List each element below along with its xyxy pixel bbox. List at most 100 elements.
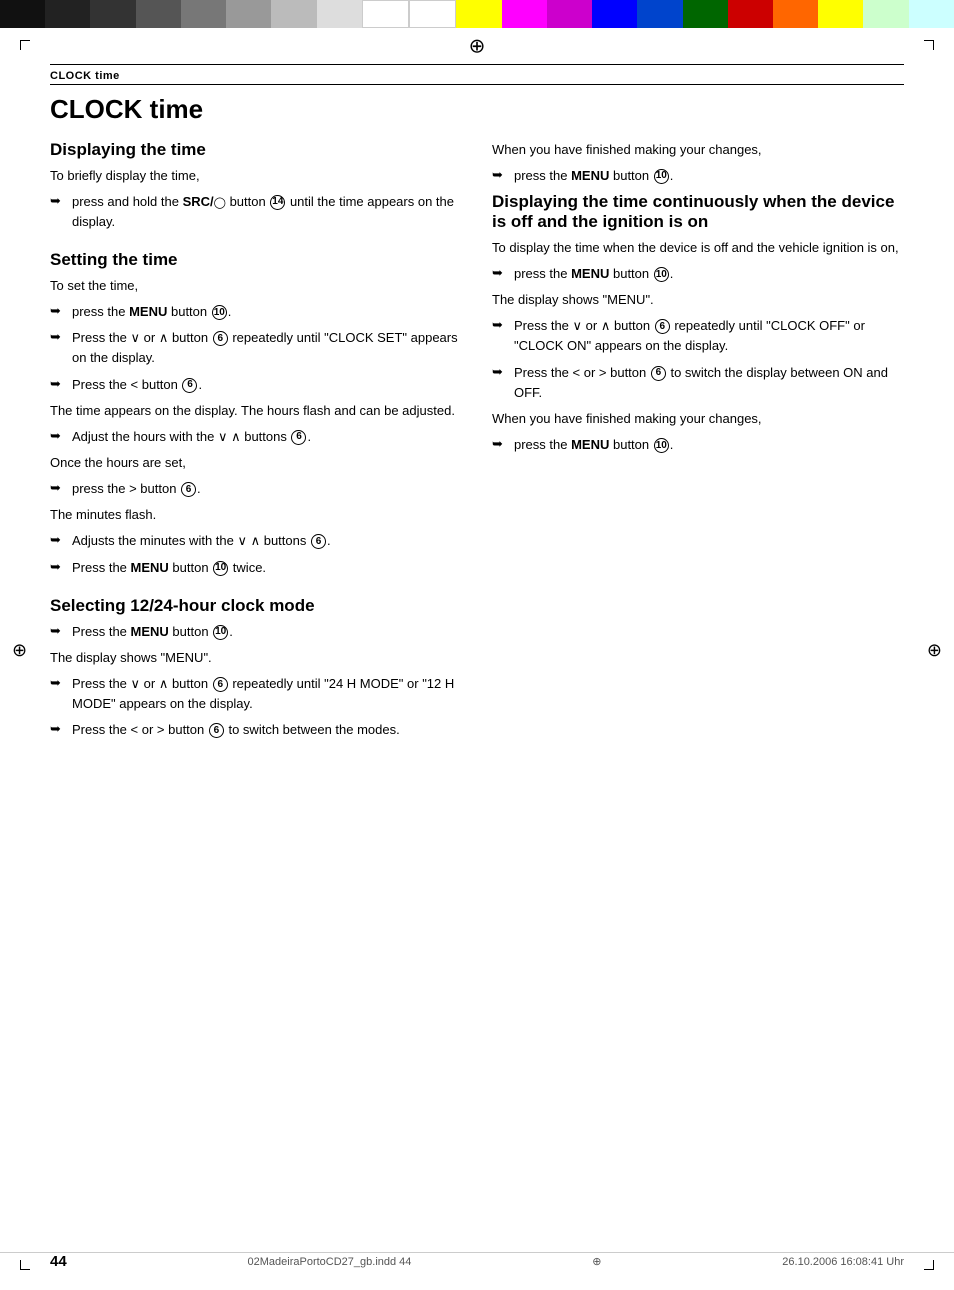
bullet-text-src: press and hold the SRC/◯ button 14 until… xyxy=(72,192,462,232)
footer-crosshair: ⊕ xyxy=(592,1255,601,1268)
body-text-minutes-flash: The minutes flash. xyxy=(50,505,462,525)
body-text-device-off: To display the time when the device is o… xyxy=(492,238,904,258)
circle-6-r2: 6 xyxy=(651,366,666,381)
right-column: When you have finished making your chang… xyxy=(492,140,904,747)
color-seg-7 xyxy=(271,0,316,28)
color-seg-8 xyxy=(317,0,362,28)
bullet-text-menu-clock-mode: Press the MENU button 10. xyxy=(72,622,462,642)
bullet-src-button: ➥ press and hold the SRC/◯ button 14 unt… xyxy=(50,192,462,232)
bullet-text-right: press the > button 6. xyxy=(72,479,462,499)
circle-6-7: 6 xyxy=(209,723,224,738)
body-text-hours-flash: The time appears on the display. The hou… xyxy=(50,401,462,421)
bullet-text-clock-off-on: Press the ∨ or ∧ button 6 repeatedly unt… xyxy=(514,316,904,356)
bullet-arrow-10: ➥ xyxy=(50,721,72,737)
color-seg-19 xyxy=(818,0,863,28)
bullet-press-right: ➥ press the > button 6. xyxy=(50,479,462,499)
bullet-press-menu-r2: ➥ press the MENU button 10. xyxy=(492,264,904,284)
bullet-press-menu-done-1: ➥ press the MENU button 10. xyxy=(492,166,904,186)
section-title-displaying-time: Displaying the time xyxy=(50,140,462,160)
bullet-press-menu-done-2: ➥ press the MENU button 10. xyxy=(492,435,904,455)
circle-6-4: 6 xyxy=(181,482,196,497)
circle-10-r1: 10 xyxy=(654,169,669,184)
page-footer: 44 02MadeiraPortoCD27_gb.indd 44 ⊕ 26.10… xyxy=(0,1252,954,1270)
color-seg-9 xyxy=(362,0,409,28)
bullet-press-menu-1: ➥ press the MENU button 10. xyxy=(50,302,462,322)
circle-10-r3: 10 xyxy=(654,438,669,453)
section-title-clock-mode: Selecting 12/24-hour clock mode xyxy=(50,596,462,616)
circle-10-r2: 10 xyxy=(654,267,669,282)
color-seg-1 xyxy=(0,0,45,28)
two-column-layout: Displaying the time To briefly display t… xyxy=(50,140,904,747)
circle-6-2: 6 xyxy=(182,378,197,393)
color-seg-21 xyxy=(909,0,954,28)
section-title-continuous-time: Displaying the time continuously when th… xyxy=(492,192,904,232)
body-text-hours-set: Once the hours are set, xyxy=(50,453,462,473)
page-title: CLOCK time xyxy=(50,95,904,124)
circle-6-5: 6 xyxy=(311,534,326,549)
color-seg-15 xyxy=(637,0,682,28)
footer-right: 26.10.2006 16:08:41 Uhr xyxy=(782,1256,904,1268)
page-content: CLOCK time CLOCK time Displaying the tim… xyxy=(0,64,954,746)
bullet-clock-off-on: ➥ Press the ∨ or ∧ button 6 repeatedly u… xyxy=(492,316,904,356)
color-seg-3 xyxy=(90,0,135,28)
corner-mark-tl xyxy=(20,40,30,50)
bullet-text-menu-done-1: press the MENU button 10. xyxy=(514,166,904,186)
body-text-shows-menu-1: The display shows "MENU". xyxy=(50,648,462,668)
bullet-adjust-hours: ➥ Adjust the hours with the ∨ ∧ buttons … xyxy=(50,427,462,447)
bullet-press-left: ➥ Press the < button 6. xyxy=(50,375,462,395)
body-text-to-set: To set the time, xyxy=(50,276,462,296)
body-text-briefly: To briefly display the time, xyxy=(50,166,462,186)
circle-10-1: 10 xyxy=(212,305,227,320)
body-text-finished-1: When you have finished making your chang… xyxy=(492,140,904,160)
left-column: Displaying the time To briefly display t… xyxy=(50,140,462,747)
bullet-arrow-icon: ➥ xyxy=(50,193,72,209)
bullet-text-adjust-minutes: Adjusts the minutes with the ∨ ∧ buttons… xyxy=(72,531,462,551)
left-crosshair-icon: ⊕ xyxy=(12,640,27,661)
color-seg-4 xyxy=(136,0,181,28)
section-header-label: CLOCK time xyxy=(50,70,120,82)
bullet-text-menu-done-2: press the MENU button 10. xyxy=(514,435,904,455)
circle-6-6: 6 xyxy=(213,677,228,692)
color-bar xyxy=(0,0,954,28)
bullet-text-switch-on-off: Press the < or > button 6 to switch the … xyxy=(514,363,904,403)
circle-6-1: 6 xyxy=(213,331,228,346)
bullet-arrow-5: ➥ xyxy=(50,480,72,496)
bullet-text-switch-modes: Press the < or > button 6 to switch betw… xyxy=(72,720,462,740)
bullet-switch-on-off: ➥ Press the < or > button 6 to switch th… xyxy=(492,363,904,403)
bullet-text-menu-twice: Press the MENU button 10 twice. xyxy=(72,558,462,578)
bullet-arrow-9: ➥ xyxy=(50,675,72,691)
bullet-text-adjust-hours: Adjust the hours with the ∨ ∧ buttons 6. xyxy=(72,427,462,447)
color-seg-17 xyxy=(728,0,773,28)
color-seg-18 xyxy=(773,0,818,28)
color-seg-2 xyxy=(45,0,90,28)
bullet-arrow-r4: ➥ xyxy=(492,364,514,380)
top-crosshair-icon: ⊕ xyxy=(469,34,486,59)
color-seg-14 xyxy=(592,0,637,28)
bullet-arrow-r1: ➥ xyxy=(492,167,514,183)
color-seg-5 xyxy=(181,0,226,28)
bullet-text-updown-1: Press the ∨ or ∧ button 6 repeatedly unt… xyxy=(72,328,462,368)
bullet-text-updown-24h: Press the ∨ or ∧ button 6 repeatedly unt… xyxy=(72,674,462,714)
page-number: 44 xyxy=(50,1253,67,1270)
bullet-text-menu-r2: press the MENU button 10. xyxy=(514,264,904,284)
bullet-press-menu-clock-mode: ➥ Press the MENU button 10. xyxy=(50,622,462,642)
bullet-arrow-7: ➥ xyxy=(50,559,72,575)
bullet-arrow-3: ➥ xyxy=(50,376,72,392)
bullet-text-left: Press the < button 6. xyxy=(72,375,462,395)
circle-10-2: 10 xyxy=(213,561,228,576)
bullet-arrow-4: ➥ xyxy=(50,428,72,444)
right-crosshair-icon: ⊕ xyxy=(927,640,942,661)
top-crosshair-area: ⊕ xyxy=(0,28,954,64)
circle-10-3: 10 xyxy=(213,625,228,640)
bullet-press-updown-1: ➥ Press the ∨ or ∧ button 6 repeatedly u… xyxy=(50,328,462,368)
bullet-arrow-r3: ➥ xyxy=(492,317,514,333)
bullet-arrow-1: ➥ xyxy=(50,303,72,319)
circle-14: 14 xyxy=(270,195,285,210)
circle-6-r1: 6 xyxy=(655,319,670,334)
bullet-press-menu-twice: ➥ Press the MENU button 10 twice. xyxy=(50,558,462,578)
body-text-finished-2: When you have finished making your chang… xyxy=(492,409,904,429)
section-header-bar: CLOCK time xyxy=(50,64,904,85)
footer-left: 02MadeiraPortoCD27_gb.indd 44 xyxy=(248,1256,412,1268)
bullet-arrow-r5: ➥ xyxy=(492,436,514,452)
color-seg-13 xyxy=(547,0,592,28)
